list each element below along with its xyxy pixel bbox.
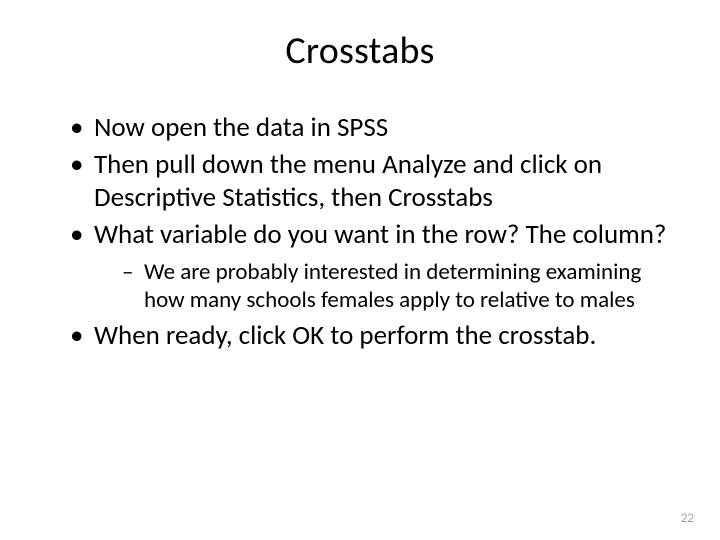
list-item: What variable do you want in the row? Th… [70, 219, 680, 314]
bullet-text: When ready, click OK to perform the cros… [94, 319, 596, 352]
bullet-text: What variable do you want in the row? Th… [94, 218, 666, 251]
list-item: We are probably interested in determinin… [122, 258, 680, 314]
slide: Crosstabs Now open the data in SPSS Then… [0, 0, 720, 540]
bullet-text: Now open the data in SPSS [94, 111, 388, 144]
list-item: Now open the data in SPSS [70, 112, 680, 145]
bullet-text: Then pull down the menu Analyze and clic… [94, 148, 602, 214]
list-item: Then pull down the menu Analyze and clic… [70, 149, 680, 215]
sub-bullet-list: We are probably interested in determinin… [94, 258, 680, 314]
page-number: 22 [681, 511, 694, 526]
list-item: When ready, click OK to perform the cros… [70, 320, 680, 353]
slide-title: Crosstabs [40, 28, 680, 74]
bullet-list: Now open the data in SPSS Then pull down… [40, 112, 680, 353]
sub-bullet-text: We are probably interested in determinin… [144, 258, 641, 314]
